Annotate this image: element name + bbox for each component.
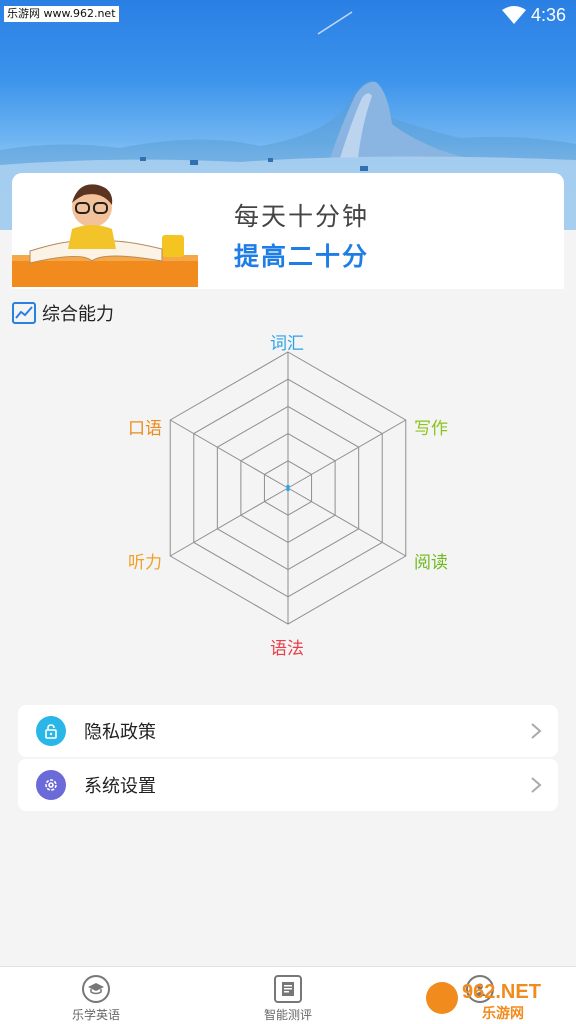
axis-label-vocabulary: 词汇 [270, 334, 304, 354]
radar-spoke-6 [169, 419, 289, 489]
chart-icon [12, 302, 36, 324]
banner-subheadline: 提高二十分 [234, 242, 370, 271]
nav-tab-learn-english[interactable]: 乐学英语 [0, 967, 192, 1024]
promo-banner[interactable]: 每天十分钟 提高二十分 [12, 173, 564, 289]
axis-label-grammar: 语法 [270, 639, 304, 659]
privacy-policy-item[interactable]: 隐私政策 [18, 705, 558, 757]
axis-label-listening: 听力 [128, 553, 162, 573]
privacy-policy-label: 隐私政策 [84, 722, 156, 743]
lock-icon-badge [36, 716, 66, 746]
nav-label-learn-english: 乐学英语 [71, 1008, 120, 1022]
system-settings-item[interactable]: 系统设置 [18, 759, 558, 811]
watermark-text: 乐游网 www.962.net [4, 6, 119, 22]
radar-spoke-3 [287, 487, 407, 557]
banner-headline: 每天十分钟 [234, 202, 370, 231]
section-title: 综合能力 [42, 304, 114, 325]
gear-icon-badge [36, 770, 66, 800]
radar-spoke-5 [169, 487, 289, 557]
document-icon [274, 975, 302, 1003]
radar-spoke-2 [287, 419, 407, 489]
nav-label-smart-assessment: 智能测评 [263, 1008, 312, 1022]
nav-tab-smart-assessment[interactable]: 智能测评 [192, 967, 384, 1024]
section-header: 综合能力 [12, 300, 114, 326]
watermark-brand: 962.NET [462, 981, 541, 1003]
radar-grid [169, 351, 407, 625]
axis-label-writing: 写作 [414, 419, 448, 439]
graduation-cap-icon [82, 975, 110, 1003]
ability-radar: 词汇 写作 阅读 语法 听力 口语 [0, 326, 576, 670]
boy-reading-illustration [12, 184, 198, 287]
radar-score-point [286, 485, 290, 491]
chevron-right-icon [531, 723, 542, 739]
gear-icon [45, 779, 57, 791]
site-watermark: 962.NET 乐游网 [426, 981, 541, 1022]
status-time: 4:36 [530, 5, 566, 25]
watermark-sub: 乐游网 [482, 1005, 524, 1022]
axis-label-speaking: 口语 [128, 419, 162, 439]
chevron-right-icon [531, 777, 542, 793]
system-settings-label: 系统设置 [84, 776, 156, 797]
wifi-icon [502, 6, 526, 24]
lock-icon [45, 724, 57, 739]
status-bar: 乐游网 www.962.net 4:36 [0, 0, 576, 32]
axis-label-reading: 阅读 [414, 553, 448, 573]
